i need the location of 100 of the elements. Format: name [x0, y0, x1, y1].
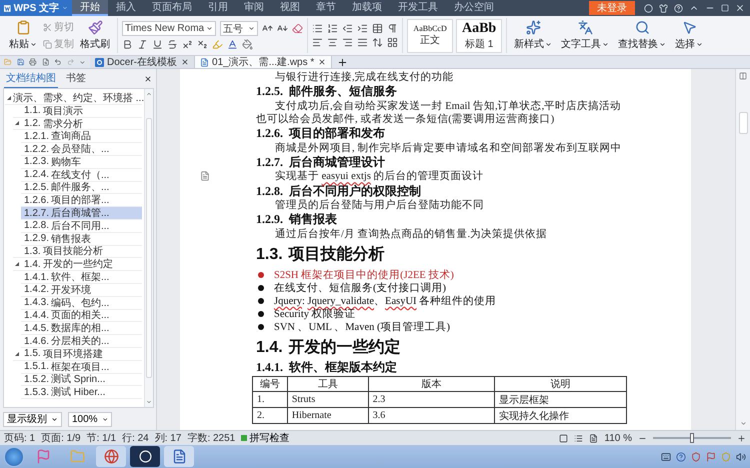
- ribbon-tool-button[interactable]: 文字工具: [558, 20, 612, 51]
- save-icon[interactable]: [16, 57, 24, 67]
- ribbon-tool-button[interactable]: 新样式: [511, 20, 556, 51]
- menu-tab[interactable]: 审阅: [236, 0, 272, 16]
- page-view-icon[interactable]: [559, 434, 568, 442]
- expand-toggle-icon[interactable]: [13, 350, 21, 358]
- keyboard-icon[interactable]: [661, 452, 671, 462]
- align-left-icon[interactable]: [312, 37, 324, 48]
- outline-item[interactable]: 1.5.2. 测试 Sprin...: [21, 374, 142, 386]
- menu-tab[interactable]: 开始: [72, 0, 108, 16]
- font-name-select[interactable]: Times New Roma: [122, 21, 216, 36]
- paste-button[interactable]: 粘贴: [6, 20, 40, 51]
- close-icon[interactable]: [318, 58, 326, 66]
- outline-item[interactable]: 1.2.7. 后台商城管...: [21, 207, 142, 220]
- ribbon-tool-button[interactable]: 选择: [672, 20, 706, 51]
- outline-item[interactable]: 1.4.1. 软件、框架...: [21, 271, 142, 284]
- subscript-icon[interactable]: [197, 39, 208, 50]
- expand-toggle-icon[interactable]: [5, 94, 13, 102]
- outline-item[interactable]: 1.2.9. 销售报表: [21, 232, 142, 246]
- outdent-icon[interactable]: [342, 23, 354, 34]
- new-tab-icon[interactable]: [337, 57, 348, 68]
- numbered-list-icon[interactable]: [327, 23, 338, 34]
- menu-tab[interactable]: 章节: [308, 0, 344, 16]
- app-menu-button[interactable]: WPS 文字: [0, 0, 72, 16]
- table-icon[interactable]: [372, 23, 384, 34]
- maximize-icon[interactable]: [721, 4, 729, 12]
- borders-icon[interactable]: [387, 37, 398, 48]
- align-center-icon[interactable]: [327, 37, 338, 48]
- superscript-icon[interactable]: [182, 39, 193, 50]
- menu-tab[interactable]: 开发工具: [390, 0, 446, 16]
- undo-icon[interactable]: [54, 57, 62, 67]
- pilcrow-icon[interactable]: [387, 23, 398, 34]
- outline-item[interactable]: 1.2.3. 购物车: [21, 156, 142, 169]
- level-select[interactable]: 显示级别: [3, 412, 62, 426]
- close-icon[interactable]: [735, 3, 745, 13]
- outline-item[interactable]: 1.4.5. 数据库的相...: [21, 322, 142, 336]
- flag-icon[interactable]: [706, 452, 716, 462]
- outline-item[interactable]: 1.2.8. 后台不同用...: [21, 220, 142, 233]
- shield-icon[interactable]: [691, 452, 701, 462]
- print-icon[interactable]: [29, 57, 37, 67]
- menu-tab[interactable]: 加载项: [344, 0, 390, 16]
- align-right-icon[interactable]: [342, 37, 354, 48]
- start-button[interactable]: [4, 446, 24, 466]
- font-color-icon[interactable]: [227, 39, 238, 50]
- menu-tab[interactable]: 引用: [200, 0, 236, 16]
- outline-item[interactable]: 1.4.4. 页面的相关...: [21, 310, 142, 322]
- outline-item[interactable]: 1.2.1. 查询商品: [21, 130, 142, 144]
- justify-icon[interactable]: [357, 37, 368, 48]
- scroll-thumb[interactable]: [146, 118, 152, 378]
- spell-check-toggle[interactable]: 拼写检查: [241, 431, 290, 445]
- close-icon[interactable]: [144, 74, 152, 82]
- circle-icon[interactable]: [644, 4, 653, 12]
- outline-item[interactable]: 1.2. 需求分析: [13, 118, 142, 130]
- shrink-font-icon[interactable]: [277, 23, 288, 34]
- format-painter-button[interactable]: 格式刷: [77, 20, 113, 51]
- expand-toggle-icon[interactable]: [13, 260, 21, 268]
- expand-toggle-icon[interactable]: [13, 119, 21, 128]
- italic-icon[interactable]: [137, 39, 148, 50]
- slider-thumb[interactable]: [690, 433, 694, 443]
- shading-icon[interactable]: [242, 39, 253, 50]
- scroll-down-icon[interactable]: [740, 420, 746, 427]
- outline-item[interactable]: 1.5. 项目环境搭建: [13, 348, 142, 361]
- indent-icon[interactable]: [357, 23, 368, 34]
- outline-item[interactable]: 1.4. 开发的一些约定: [13, 258, 142, 272]
- menu-tab[interactable]: 视图: [272, 0, 308, 16]
- outline-item[interactable]: 1.4.6. 分层相关的...: [21, 335, 142, 348]
- outline-item[interactable]: 1.2.6. 项目的部署...: [21, 194, 142, 208]
- line-spacing-icon[interactable]: [372, 37, 384, 48]
- outline-view-icon[interactable]: [574, 434, 584, 442]
- scroll-thumb[interactable]: [738, 112, 748, 134]
- strikethrough-icon[interactable]: [167, 39, 178, 50]
- scroll-up-icon[interactable]: [146, 91, 152, 97]
- shirt-icon[interactable]: [659, 4, 668, 12]
- split-view-icon[interactable]: [739, 72, 747, 80]
- clear-format-icon[interactable]: [292, 23, 304, 34]
- outline-item[interactable]: 1.2.5. 邮件服务、...: [21, 182, 142, 194]
- volume-icon[interactable]: [736, 452, 746, 462]
- zoom-in-icon[interactable]: [737, 434, 746, 442]
- underline-icon[interactable]: [152, 39, 163, 50]
- style-swatch[interactable]: AaBb 标题 1: [456, 18, 502, 52]
- outline-item[interactable]: 1.3. 项目技能分析: [13, 246, 142, 258]
- document-tab[interactable]: Docer-在线模板: [90, 56, 196, 68]
- style-swatch[interactable]: AaBbCcD 正文: [407, 18, 454, 52]
- outline-item[interactable]: 1.5.1. 框架在项目...: [21, 360, 142, 374]
- zoom-select[interactable]: 100%: [68, 412, 112, 426]
- outline-item[interactable]: 1.4.2. 开发环境: [21, 284, 142, 297]
- outline-item[interactable]: 演示、需求、约定、环境搭 ...: [5, 92, 142, 105]
- outline-item[interactable]: 1.1. 项目演示: [13, 104, 142, 118]
- help-icon[interactable]: [676, 452, 686, 462]
- taskbar-writer-icon[interactable]: [164, 446, 194, 467]
- bold-icon[interactable]: [122, 39, 133, 50]
- document-tab[interactable]: 01_演示、需...建.wps *: [195, 56, 332, 68]
- outline-item[interactable]: 1.5.3. 测试 Hiber...: [21, 386, 142, 400]
- scrollbar[interactable]: [735, 69, 750, 430]
- outline-item[interactable]: 1.2.2. 会员登陆、...: [21, 143, 142, 156]
- ribbon-tool-button[interactable]: 查找替换: [615, 20, 670, 51]
- scroll-down-icon[interactable]: [146, 399, 152, 405]
- preview-icon[interactable]: [42, 57, 50, 67]
- document-icon[interactable]: [200, 171, 210, 182]
- pane-tab[interactable]: 书签: [64, 68, 88, 88]
